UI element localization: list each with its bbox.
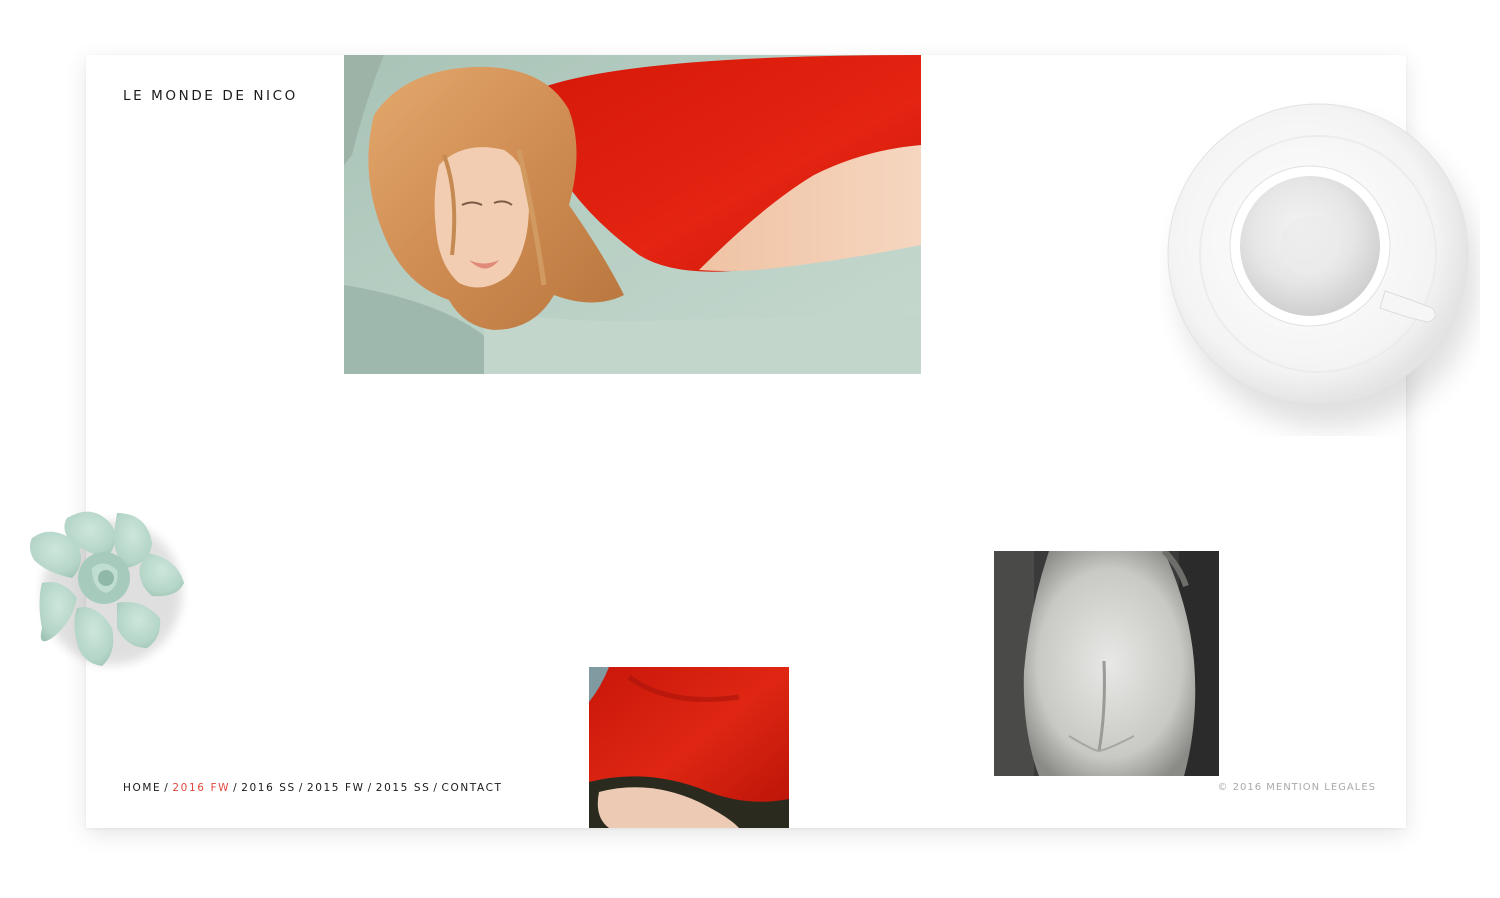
legal-link[interactable]: © 2016 MENTION LEGALES	[1217, 782, 1376, 793]
photo-woman-red-dress-image	[344, 55, 921, 374]
nav-separator: /	[433, 782, 439, 794]
coffee-cup-icon	[1167, 103, 1478, 428]
nav-item-2015-ss[interactable]: 2015 SS	[376, 782, 431, 794]
photo-red-dress-detail-image	[589, 667, 789, 828]
photo-statue-image	[994, 551, 1219, 776]
nav-item-2016-fw[interactable]: 2016 FW	[172, 782, 230, 794]
flower-icon	[29, 511, 184, 666]
flower-decoration	[22, 498, 192, 673]
nav-separator: /	[367, 782, 373, 794]
nav-item-contact[interactable]: CONTACT	[442, 782, 503, 794]
nav-item-2016-ss[interactable]: 2016 SS	[241, 782, 296, 794]
photo-woman-red-dress[interactable]	[344, 55, 921, 374]
photo-red-dress-detail[interactable]	[589, 667, 789, 828]
nav-separator: /	[233, 782, 239, 794]
nav-separator: /	[164, 782, 170, 794]
nav-item-2015-fw[interactable]: 2015 FW	[307, 782, 365, 794]
nav-separator: /	[298, 782, 304, 794]
nav-item-home[interactable]: HOME	[123, 782, 161, 794]
main-nav: HOME/2016 FW/2016 SS/2015 FW/2015 SS / CON…	[123, 782, 503, 794]
photo-statue[interactable]	[994, 551, 1219, 776]
coffee-cup-decoration	[1160, 96, 1480, 436]
site-title[interactable]: LE MONDE DE NICO	[123, 88, 298, 104]
